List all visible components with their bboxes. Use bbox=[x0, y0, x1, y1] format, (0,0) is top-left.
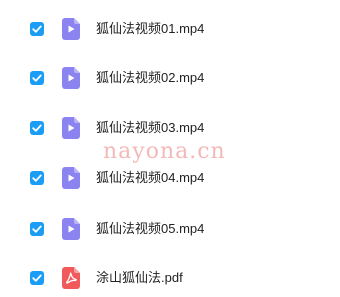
file-name: 狐仙法视频02.mp4 bbox=[96, 70, 205, 85]
file-row[interactable]: 狐仙法视频05.mp4 bbox=[0, 212, 340, 246]
video-file-icon bbox=[62, 167, 80, 189]
file-name: 狐仙法视频01.mp4 bbox=[96, 21, 205, 36]
file-row[interactable]: 狐仙法视频01.mp4 bbox=[0, 12, 340, 46]
video-file-icon bbox=[62, 218, 80, 240]
file-row[interactable]: 狐仙法视频03.mp4 bbox=[0, 111, 340, 145]
file-row[interactable]: 涂山狐仙法.pdf bbox=[0, 261, 340, 295]
checkbox-checked-icon[interactable] bbox=[30, 171, 44, 185]
checkbox-checked-icon[interactable] bbox=[30, 271, 44, 285]
checkbox-checked-icon[interactable] bbox=[30, 222, 44, 236]
file-name: 狐仙法视频04.mp4 bbox=[96, 170, 205, 185]
checkbox-checked-icon[interactable] bbox=[30, 121, 44, 135]
pdf-file-icon bbox=[62, 267, 80, 289]
file-row[interactable]: 狐仙法视频02.mp4 bbox=[0, 61, 340, 95]
checkbox-checked-icon[interactable] bbox=[30, 22, 44, 36]
video-file-icon bbox=[62, 18, 80, 40]
file-list: 狐仙法视频01.mp4 狐仙法视频02.mp4 狐仙法视频03.mp4 狐仙法视… bbox=[0, 0, 340, 297]
checkbox-checked-icon[interactable] bbox=[30, 71, 44, 85]
file-name: 狐仙法视频05.mp4 bbox=[96, 221, 205, 236]
file-name: 狐仙法视频03.mp4 bbox=[96, 120, 205, 135]
video-file-icon bbox=[62, 67, 80, 89]
file-row[interactable]: 狐仙法视频04.mp4 bbox=[0, 161, 340, 195]
file-name: 涂山狐仙法.pdf bbox=[96, 270, 183, 285]
video-file-icon bbox=[62, 117, 80, 139]
